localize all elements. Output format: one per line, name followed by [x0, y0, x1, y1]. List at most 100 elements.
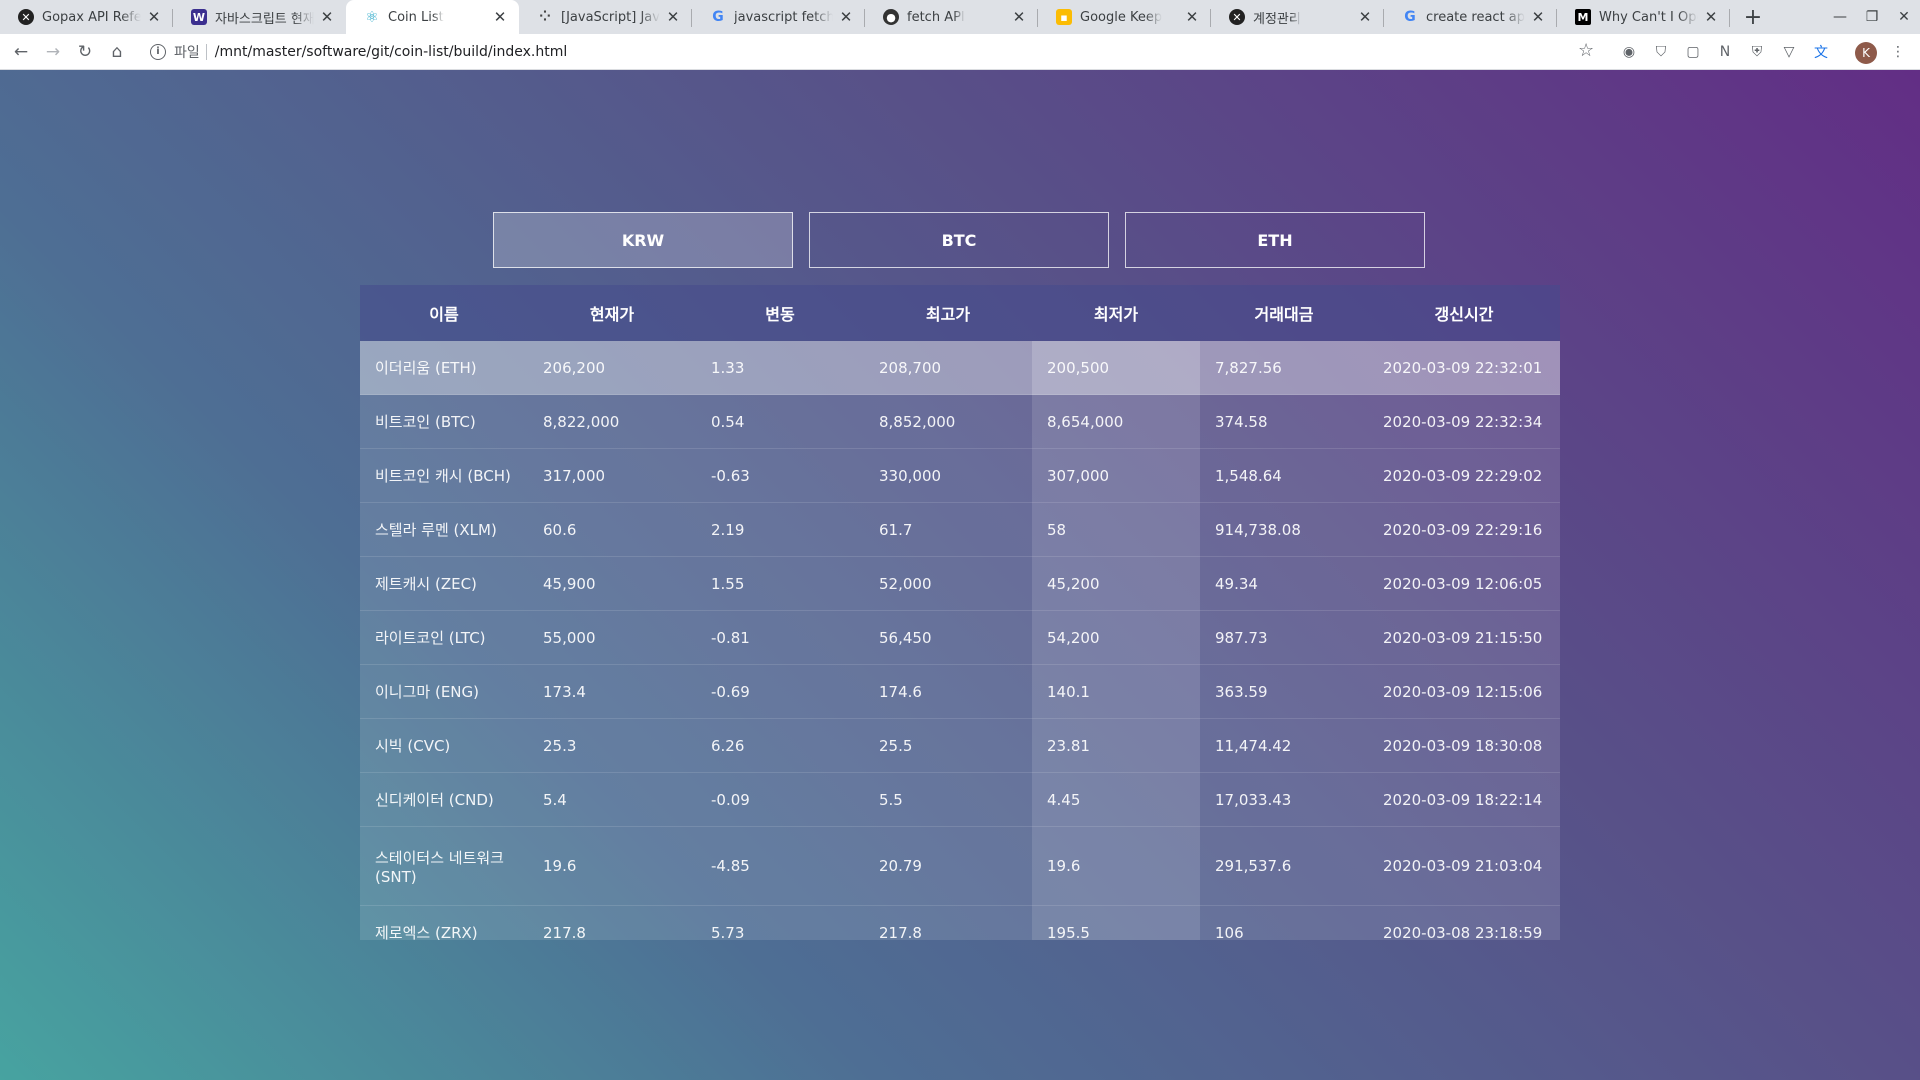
close-tab-icon[interactable]: ✕	[1183, 8, 1201, 26]
change: 1.33	[696, 341, 864, 395]
browser-tab-active[interactable]: ⚛ Coin List ✕	[346, 0, 519, 34]
trade-volume: 106	[1200, 905, 1368, 940]
close-tab-icon[interactable]: ✕	[837, 8, 855, 26]
updated-time: 2020-03-09 12:15:06	[1368, 664, 1560, 719]
current-price: 55,000	[528, 610, 696, 665]
trade-volume: 7,827.56	[1200, 341, 1368, 395]
change: -0.63	[696, 448, 864, 503]
browser-tab[interactable]: G create react app build ✕	[1384, 0, 1557, 34]
close-tab-icon[interactable]: ✕	[1702, 8, 1720, 26]
high-price: 208,700	[864, 341, 1032, 395]
restore-icon[interactable]: ❐	[1856, 0, 1888, 34]
x-circle-icon: ✕	[1229, 9, 1245, 25]
dots-icon: ⁘	[539, 9, 551, 25]
change: 0.54	[696, 394, 864, 449]
column-header[interactable]: 변동	[696, 285, 864, 341]
table-row[interactable]: 제로엑스 (ZRX) 217.8 5.73 217.8 195.5 106 20…	[360, 905, 1560, 940]
table-row[interactable]: 신디케이터 (CND) 5.4 -0.09 5.5 4.45 17,033.43…	[360, 772, 1560, 827]
close-tab-icon[interactable]: ✕	[664, 8, 682, 26]
close-tab-icon[interactable]: ✕	[1529, 8, 1547, 26]
forward-arrow-icon[interactable]: →	[42, 41, 64, 63]
close-tab-icon[interactable]: ✕	[1010, 8, 1028, 26]
updated-time: 2020-03-09 12:06:05	[1368, 556, 1560, 611]
notion-icon[interactable]: N	[1715, 42, 1735, 62]
camera-icon[interactable]: ◉	[1619, 42, 1639, 62]
close-tab-icon[interactable]: ✕	[1356, 8, 1374, 26]
high-price: 56,450	[864, 610, 1032, 665]
reload-icon[interactable]: ↻	[74, 41, 96, 63]
browser-tab[interactable]: ✕ Gopax API Reference ✕	[0, 0, 173, 34]
updated-time: 2020-03-09 18:30:08	[1368, 718, 1560, 773]
column-header[interactable]: 갱신시간	[1368, 285, 1560, 341]
column-header[interactable]: 현재가	[528, 285, 696, 341]
browser-tab[interactable]: ● fetch API ✕	[865, 0, 1038, 34]
close-window-icon[interactable]: ✕	[1888, 0, 1920, 34]
change: 5.73	[696, 905, 864, 940]
table-row[interactable]: 비트코인 (BTC) 8,822,000 0.54 8,852,000 8,65…	[360, 394, 1560, 449]
home-icon[interactable]: ⌂	[106, 41, 128, 63]
high-price: 25.5	[864, 718, 1032, 773]
updated-time: 2020-03-09 22:29:16	[1368, 502, 1560, 557]
google-icon: G	[712, 9, 724, 25]
column-header[interactable]: 거래대금	[1200, 285, 1368, 341]
table-row[interactable]: 비트코인 캐시 (BCH) 317,000 -0.63 330,000 307,…	[360, 448, 1560, 503]
currency-tab-krw[interactable]: KRW	[493, 212, 793, 268]
browser-tab[interactable]: M Why Can't I Open ✕	[1557, 0, 1730, 34]
table-row[interactable]: 시빅 (CVC) 25.3 6.26 25.5 23.81 11,474.42 …	[360, 718, 1560, 773]
back-arrow-icon[interactable]: ←	[10, 41, 32, 63]
coin-table[interactable]: 이름 현재가 변동 최고가 최저가 거래대금 갱신시간 이더리움 (ETH) 2…	[360, 285, 1560, 940]
tab-title: create react app build	[1426, 9, 1525, 25]
menu-kebab-icon[interactable]: ⋮	[1888, 42, 1908, 62]
info-icon[interactable]: i	[150, 44, 166, 60]
coin-name: 시빅 (CVC)	[360, 718, 528, 773]
translate-icon[interactable]: 文	[1811, 42, 1831, 62]
low-price: 23.81	[1032, 718, 1200, 773]
minimize-icon[interactable]: —	[1824, 0, 1856, 34]
address-url[interactable]: /mnt/master/software/git/coin-list/build…	[215, 44, 567, 60]
close-tab-icon[interactable]: ✕	[318, 8, 336, 26]
currency-tab-eth[interactable]: ETH	[1125, 212, 1425, 268]
coin-name: 비트코인 (BTC)	[360, 394, 528, 449]
current-price: 60.6	[528, 502, 696, 557]
bookmark-star-icon[interactable]: ☆	[1578, 40, 1594, 61]
avatar[interactable]: K	[1855, 42, 1877, 64]
new-tab-icon[interactable]: +	[1736, 0, 1770, 34]
w-logo-icon: W	[191, 9, 207, 25]
privacy-icon[interactable]: ⛨	[1747, 42, 1767, 62]
current-price: 217.8	[528, 905, 696, 940]
column-header[interactable]: 최저가	[1032, 285, 1200, 341]
table-row[interactable]: 제트캐시 (ZEC) 45,900 1.55 52,000 45,200 49.…	[360, 556, 1560, 611]
browser-tab[interactable]: W 자바스크립트 현재 시간 ✕	[173, 0, 346, 34]
tab-title: 자바스크립트 현재 시간	[215, 11, 314, 27]
browser-tab[interactable]: ⁘ [JavaScript] JavaScript ✕	[519, 0, 692, 34]
column-header[interactable]: 최고가	[864, 285, 1032, 341]
high-price: 20.79	[864, 826, 1032, 906]
close-tab-icon[interactable]: ✕	[491, 8, 509, 26]
vue-icon[interactable]: ▽	[1779, 42, 1799, 62]
browser-tab[interactable]: G javascript fetch sign ✕	[692, 0, 865, 34]
low-price: 195.5	[1032, 905, 1200, 940]
table-row[interactable]: 이더리움 (ETH) 206,200 1.33 208,700 200,500 …	[360, 341, 1560, 395]
table-row[interactable]: 라이트코인 (LTC) 55,000 -0.81 56,450 54,200 9…	[360, 610, 1560, 665]
close-tab-icon[interactable]: ✕	[145, 8, 163, 26]
low-price: 8,654,000	[1032, 394, 1200, 449]
browser-tab[interactable]: ✕ 계정관리 ✕	[1211, 0, 1384, 34]
low-price: 19.6	[1032, 826, 1200, 906]
high-price: 61.7	[864, 502, 1032, 557]
current-price: 5.4	[528, 772, 696, 827]
table-row[interactable]: 스테이터스 네트워크 (SNT) 19.6 -4.85 20.79 19.6 2…	[360, 826, 1560, 906]
google-icon: G	[1404, 9, 1416, 25]
change: -0.09	[696, 772, 864, 827]
high-price: 174.6	[864, 664, 1032, 719]
table-row[interactable]: 스텔라 루멘 (XLM) 60.6 2.19 61.7 58 914,738.0…	[360, 502, 1560, 557]
updated-time: 2020-03-09 22:32:34	[1368, 394, 1560, 449]
shield-icon[interactable]: ⛉	[1651, 42, 1671, 62]
updated-time: 2020-03-09 21:03:04	[1368, 826, 1560, 906]
address-bar[interactable]: i 파일 /mnt/master/software/git/coin-list/…	[138, 38, 1588, 66]
table-row[interactable]: 이니그마 (ENG) 173.4 -0.69 174.6 140.1 363.5…	[360, 664, 1560, 719]
extension-icon[interactable]: ▢	[1683, 42, 1703, 62]
column-header[interactable]: 이름	[360, 285, 528, 341]
browser-tab[interactable]: ▪ Google Keep ✕	[1038, 0, 1211, 34]
change: -0.69	[696, 664, 864, 719]
currency-tab-btc[interactable]: BTC	[809, 212, 1109, 268]
